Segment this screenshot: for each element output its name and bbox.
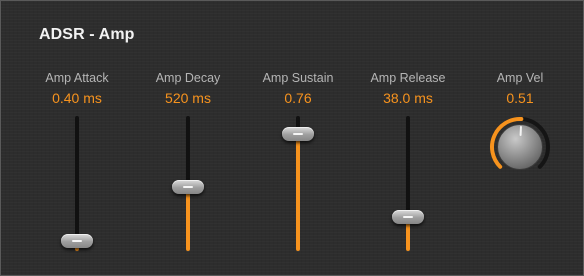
slider-thumb[interactable]	[172, 180, 204, 195]
thumb-grip-icon	[403, 215, 413, 218]
thumb-grip-icon	[183, 186, 193, 189]
amp-decay-label: Amp Decay	[155, 71, 221, 85]
amp-vel-value[interactable]: 0.51	[465, 90, 575, 106]
amp-release-label: Amp Release	[370, 71, 446, 85]
amp-release-slider[interactable]	[392, 116, 424, 251]
amp-decay-slider[interactable]	[172, 116, 204, 251]
amp-attack-value[interactable]: 0.40 ms	[22, 90, 132, 106]
thumb-grip-icon	[72, 240, 82, 243]
slider-fill	[296, 134, 300, 251]
slider-thumb[interactable]	[61, 234, 93, 249]
slider-thumb[interactable]	[392, 209, 424, 224]
amp-release-value[interactable]: 38.0 ms	[353, 90, 463, 106]
amp-sustain-slider[interactable]	[282, 116, 314, 251]
slider-fill	[186, 187, 190, 251]
amp-sustain-label: Amp Sustain	[262, 71, 334, 85]
amp-vel-label: Amp Vel	[496, 71, 544, 85]
slider-thumb[interactable]	[282, 127, 314, 142]
amp-attack-slider[interactable]	[61, 116, 93, 251]
amp-vel-knob[interactable]	[489, 116, 551, 178]
knob-svg	[490, 117, 550, 170]
slider-track	[75, 116, 79, 251]
thumb-grip-icon	[293, 133, 303, 136]
amp-attack-label: Amp Attack	[45, 71, 109, 85]
adsr-amp-panel: ADSR - Amp Amp Attack 0.40 ms Amp Decay …	[0, 0, 584, 276]
amp-decay-value[interactable]: 520 ms	[133, 90, 243, 106]
panel-title: ADSR - Amp	[39, 26, 135, 43]
amp-sustain-value[interactable]: 0.76	[243, 90, 353, 106]
